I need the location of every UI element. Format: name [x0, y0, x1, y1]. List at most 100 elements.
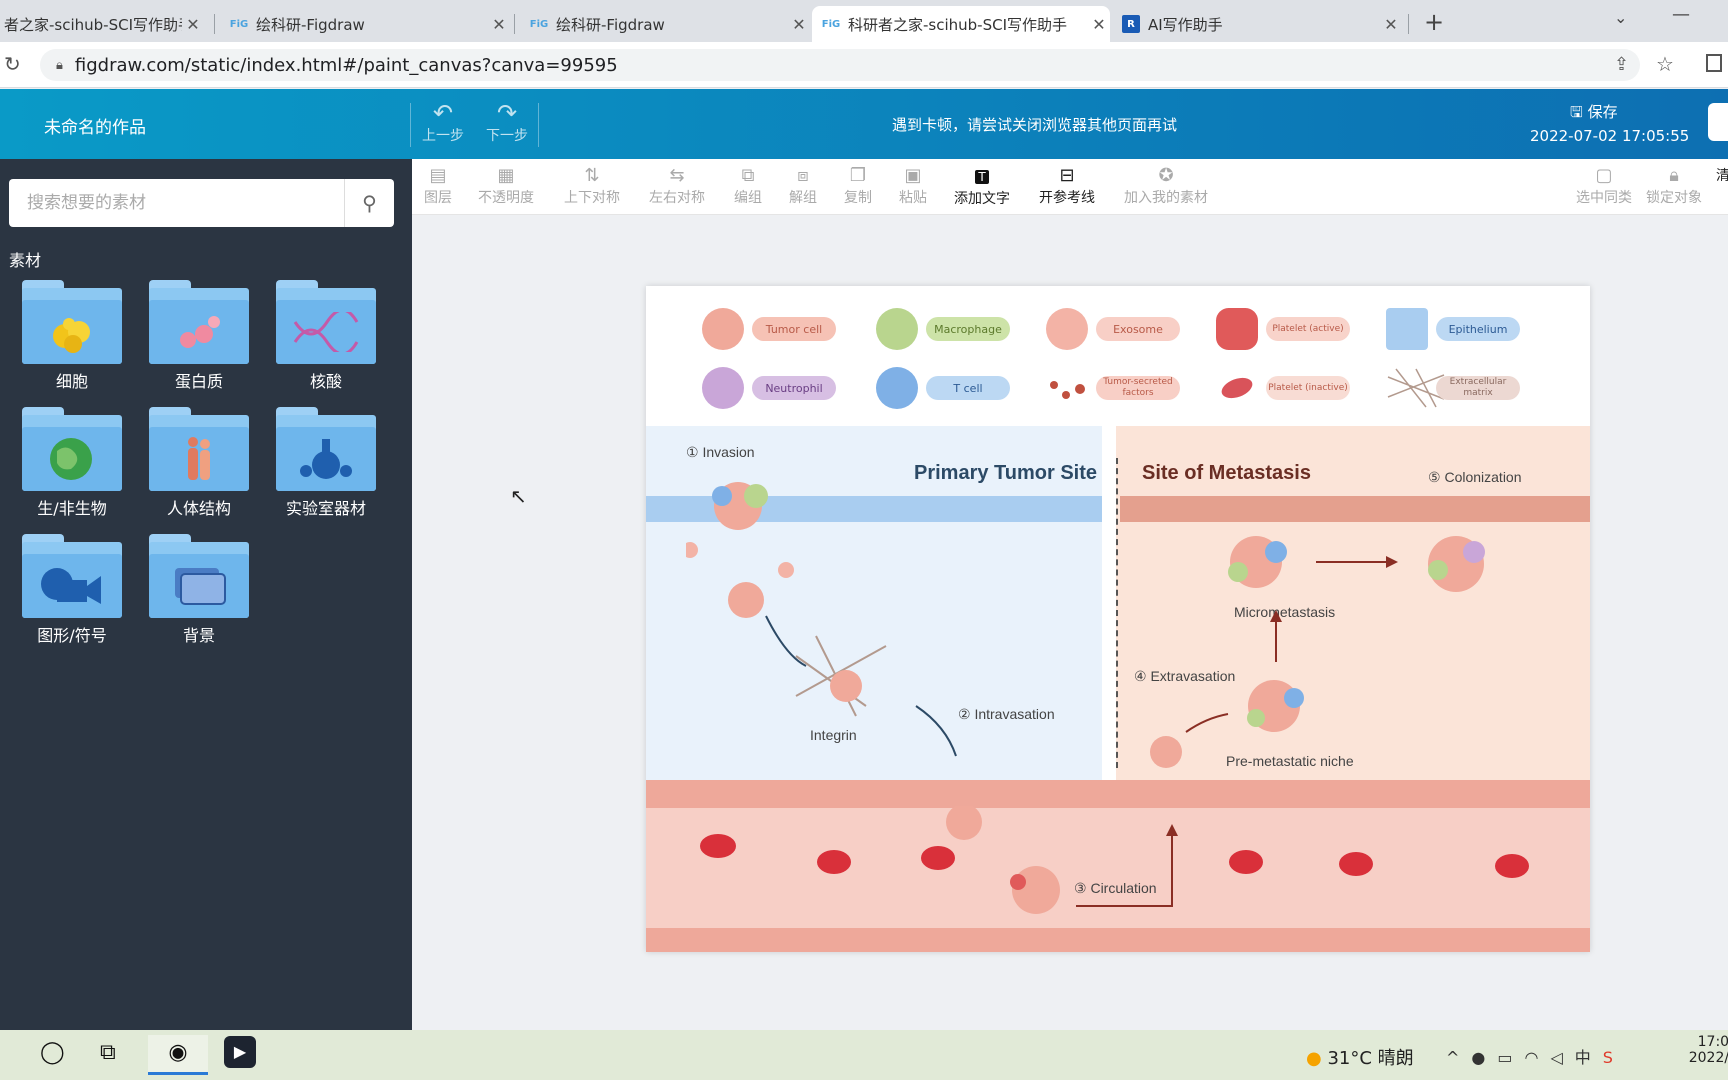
r-icon: R — [1122, 15, 1140, 33]
clear-tool[interactable]: 清 — [1716, 165, 1728, 185]
flip-horizontal-icon: ⇆ — [669, 165, 685, 186]
volume-icon[interactable]: ◁ — [1550, 1048, 1574, 1067]
cortana-icon[interactable]: ◯ — [40, 1040, 65, 1065]
share-icon[interactable]: ⇪ — [1614, 54, 1629, 75]
flask-icon — [300, 439, 352, 479]
undo-button[interactable]: ↶ 上一步 — [418, 101, 468, 145]
lock-object-tool[interactable]: 🔒︎ 锁定对象 — [1646, 165, 1702, 207]
canvas-artwork[interactable]: Tumor cell Macrophage Exosome Platelet (… — [646, 286, 1590, 952]
close-icon[interactable]: ✕ — [182, 15, 204, 34]
lock-icon[interactable]: 🔒︎ — [56, 58, 63, 73]
add-to-my-materials-tool[interactable]: ✪ 加入我的素材 — [1124, 165, 1208, 207]
colonization-label: ⑤ Colonization — [1428, 469, 1522, 485]
opacity-icon: ▦ — [497, 165, 515, 186]
work-title[interactable]: 未命名的作品 — [44, 113, 146, 138]
vessel-wall-top — [646, 780, 1590, 808]
legend-label: Neutrophil — [752, 376, 836, 400]
human-icon — [188, 437, 210, 480]
browser-tab[interactable]: R AI写作助手 ✕ — [1112, 6, 1402, 42]
chevron-down-icon[interactable]: ⌄ — [1614, 8, 1627, 27]
chrome-icon[interactable]: ◉ — [148, 1035, 208, 1075]
new-tab-button[interactable]: + — [1424, 8, 1444, 36]
tool-label: 清 — [1716, 168, 1728, 184]
minimize-icon[interactable]: — — [1672, 4, 1690, 25]
legend-item: Exosome — [1046, 308, 1180, 350]
star-icon: ✪ — [1158, 165, 1174, 186]
folder-cells[interactable]: 细胞 — [17, 280, 127, 392]
screen-recorder-icon[interactable]: ▶ — [224, 1036, 256, 1068]
tool-label: 复制 — [844, 190, 872, 206]
folder-lab-equipment[interactable]: 实验室器材 — [271, 407, 381, 519]
side-panel-icon[interactable] — [1706, 54, 1722, 72]
search-icon[interactable]: ⚲ — [344, 179, 394, 227]
legend-item: Epithelium — [1386, 308, 1520, 350]
browser-tab-active[interactable]: FiG 科研者之家-scihub-SCI写作助手 ✕ — [812, 6, 1110, 42]
browser-tab[interactable]: 者之家-scihub-SCI写作助手 ✕ — [0, 6, 204, 42]
metastasis-site-title: Site of Metastasis — [1142, 462, 1311, 484]
windows-taskbar: ◯ ⧉ ◉ ▶ ● 31°C 晴朗 ^●▭◠◁中S 17:062022/7 — [0, 1030, 1728, 1080]
browser-tab[interactable]: FiG 绘科研-Figdraw ✕ — [520, 6, 810, 42]
material-search-input[interactable] — [9, 179, 344, 227]
folder-shapes-symbols[interactable]: 图形/符号 — [17, 534, 127, 646]
chevron-up-icon[interactable]: ^ — [1446, 1048, 1471, 1067]
group-tool[interactable]: ⧉ 编组 — [734, 165, 762, 207]
vessel-wall-bottom — [646, 928, 1590, 952]
ime-icon[interactable]: 中 — [1575, 1048, 1603, 1067]
reload-icon[interactable]: ↻ — [4, 52, 21, 76]
flip-horizontal-tool[interactable]: ⇆ 左右对称 — [649, 165, 705, 207]
url-text[interactable]: figdraw.com/static/index.html#/paint_can… — [75, 55, 618, 76]
save-button[interactable]: 🖫︎ 保存 — [1570, 101, 1618, 127]
platelet-inactive-icon — [1216, 367, 1258, 409]
legend-label: Platelet (inactive) — [1266, 376, 1350, 400]
qq-icon[interactable]: ● — [1471, 1048, 1497, 1067]
save-label: 保存 — [1587, 103, 1618, 121]
group-icon: ⧉ — [741, 165, 755, 186]
bookmark-star-icon[interactable]: ☆ — [1656, 52, 1674, 76]
tool-label: 开参考线 — [1039, 190, 1095, 206]
folder-organisms[interactable]: 生/非生物 — [17, 407, 127, 519]
legend-label: Macrophage — [926, 317, 1010, 341]
opacity-tool[interactable]: ▦ 不透明度 — [478, 165, 534, 207]
task-view-icon[interactable]: ⧉ — [100, 1040, 116, 1065]
extracellular-matrix-icon — [1386, 367, 1445, 409]
select-same-tool[interactable]: ▢ 选中同类 — [1576, 165, 1632, 207]
legend-label: Tumor-secreted factors — [1096, 376, 1180, 400]
system-tray[interactable]: ^●▭◠◁中S — [1446, 1044, 1625, 1068]
close-icon[interactable]: ✕ — [488, 15, 510, 34]
close-icon[interactable]: ✕ — [1088, 15, 1110, 34]
battery-icon[interactable]: ▭ — [1497, 1048, 1524, 1067]
weather-text: 31°C 晴朗 — [1327, 1048, 1414, 1069]
guide-lines-tool[interactable]: ⊟ 开参考线 — [1039, 165, 1095, 207]
weather-widget[interactable]: ● 31°C 晴朗 — [1306, 1044, 1414, 1070]
sogou-icon[interactable]: S — [1603, 1048, 1625, 1067]
copy-icon: ❐ — [849, 165, 867, 186]
header-action-button[interactable] — [1708, 103, 1728, 141]
tab-divider — [1408, 14, 1409, 34]
paste-tool[interactable]: ▣ 粘贴 — [899, 165, 927, 207]
folder-nucleic-acids[interactable]: 核酸 — [271, 280, 381, 392]
section-title: 素材 — [9, 251, 42, 270]
legend-item: Platelet (active) — [1216, 308, 1350, 350]
close-icon[interactable]: ✕ — [1380, 15, 1402, 34]
tool-label: 添加文字 — [954, 191, 1010, 207]
wifi-icon[interactable]: ◠ — [1525, 1048, 1551, 1067]
flip-vertical-tool[interactable]: ⇅ 上下对称 — [564, 165, 620, 207]
omnibox[interactable]: 🔒︎ figdraw.com/static/index.html#/paint_… — [40, 49, 1640, 81]
copy-tool[interactable]: ❐ 复制 — [844, 165, 872, 207]
browser-tab[interactable]: FiG 绘科研-Figdraw ✕ — [220, 6, 510, 42]
folder-backgrounds[interactable]: 背景 — [144, 534, 254, 646]
lag-notice: 遇到卡顿，请尝试关闭浏览器其他页面再试 — [892, 116, 1178, 134]
tool-label: 粘贴 — [899, 190, 927, 206]
close-icon[interactable]: ✕ — [788, 15, 810, 34]
address-bar: ↻ 🔒︎ figdraw.com/static/index.html#/pain… — [0, 42, 1728, 88]
redo-button[interactable]: ↷ 下一步 — [482, 101, 532, 145]
folder-proteins[interactable]: 蛋白质 — [144, 280, 254, 392]
add-text-tool[interactable]: T 添加文字 — [954, 165, 1010, 208]
circulation-illustration — [700, 806, 1529, 914]
ungroup-tool[interactable]: ⧈ 解组 — [789, 165, 817, 207]
layer-tool[interactable]: ▤ 图层 — [424, 165, 452, 207]
system-clock[interactable]: 17:062022/7 — [1678, 1034, 1728, 1066]
folder-human-anatomy[interactable]: 人体结构 — [144, 407, 254, 519]
tool-label: 编组 — [734, 190, 762, 206]
tool-label: 解组 — [789, 190, 817, 206]
